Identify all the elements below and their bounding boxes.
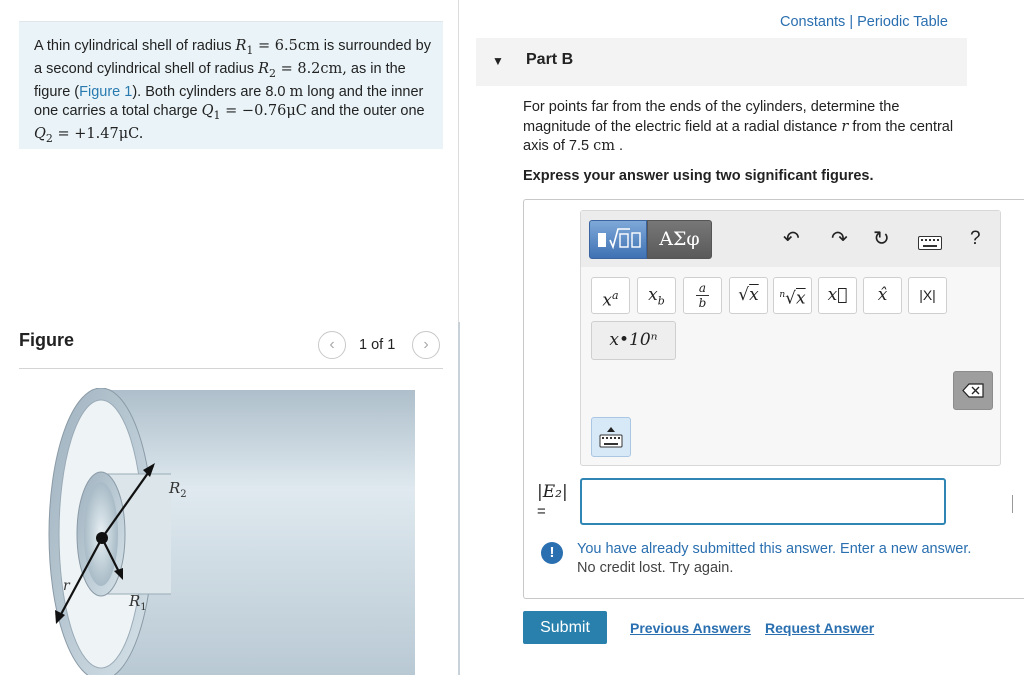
math-editor-toolbar: ΑΣφ ↶ ↷ ↻ ?: [581, 211, 1000, 267]
q2-value: = +1.47μC.: [52, 125, 144, 142]
part-header[interactable]: ▼ Part B: [476, 38, 967, 86]
question-text: For points far from the ends of the cyli…: [523, 98, 963, 157]
unit-vector-template-button[interactable]: x̂: [863, 277, 902, 314]
problem-text: ). Both cylinders are 8.0: [132, 83, 290, 100]
submit-button[interactable]: Submit: [523, 611, 607, 644]
vector-template-button[interactable]: x⃗: [818, 277, 857, 314]
feedback-message: You have already submitted this answer. …: [577, 541, 972, 557]
question-text-part: .: [615, 138, 624, 154]
r2-value: = 8.2cm,: [275, 60, 347, 77]
r1-symbol: R: [235, 38, 247, 54]
q1-subscript: 1: [213, 108, 221, 122]
template-label: x: [648, 285, 658, 305]
constants-periodic-table-links[interactable]: Constants | Periodic Table: [780, 14, 948, 30]
greek-symbols-tab-button[interactable]: ΑΣφ: [647, 220, 712, 259]
answer-input[interactable]: [580, 478, 946, 525]
undo-icon[interactable]: ↶: [783, 228, 800, 250]
q1-value: = −0.76μC: [220, 102, 307, 119]
part-title: Part B: [526, 51, 574, 68]
redo-icon[interactable]: ↷: [831, 228, 848, 250]
figure-link[interactable]: Figure 1: [79, 84, 132, 100]
figure-prev-button[interactable]: ‹: [318, 331, 346, 359]
math-editor-panel: ΑΣφ ↶ ↷ ↻ ? xa xb ab √x n√x x⃗ x̂ |X| x•…: [580, 210, 1001, 466]
answer-instruction: Express your answer using two significan…: [523, 168, 874, 184]
toggle-keyboard-button[interactable]: [591, 417, 631, 457]
feedback-submessage: No credit lost. Try again.: [577, 560, 734, 576]
absolute-value-template-button[interactable]: |X|: [908, 277, 947, 314]
reset-icon[interactable]: ↻: [873, 228, 890, 250]
keyboard-icon: [599, 427, 623, 448]
templates-tab-button[interactable]: [589, 220, 647, 259]
figure-image: R2 R1 r: [19, 387, 419, 678]
nth-root-template-button[interactable]: n√x: [773, 277, 812, 314]
q2-symbol: Q: [34, 125, 46, 142]
scientific-notation-button[interactable]: x•10ⁿ: [591, 321, 676, 360]
r2-symbol: R: [258, 60, 269, 77]
caret-down-icon: ▼: [492, 54, 504, 68]
help-icon[interactable]: ?: [970, 228, 981, 250]
backspace-button[interactable]: [953, 371, 993, 410]
left-panel: A thin cylindrical shell of radius R 1 = …: [0, 0, 458, 678]
distance-unit: cm: [593, 138, 615, 154]
scroll-edge-mark: [1012, 495, 1013, 513]
keyboard-shortcuts-icon[interactable]: [918, 233, 942, 255]
problem-text: and the outer one: [306, 102, 425, 119]
r2-subscript: 2: [268, 66, 276, 80]
panel-divider-accent: [458, 322, 460, 675]
figure-pager-label: 1 of 1: [359, 337, 396, 353]
template-label: x: [602, 290, 613, 311]
superscript-template-button[interactable]: xa: [591, 277, 630, 314]
answer-equals: =: [537, 503, 546, 520]
q1-symbol: Q: [201, 102, 214, 119]
chevron-left-icon: ‹: [329, 336, 335, 353]
figure-title: Figure: [19, 330, 75, 350]
length-unit: m: [289, 83, 304, 100]
problem-text: A thin cylindrical shell of radius: [34, 38, 232, 54]
figure-next-button[interactable]: ›: [412, 331, 440, 359]
templates-icon: [598, 228, 641, 250]
request-answer-link[interactable]: Request Answer: [765, 620, 874, 636]
r1-value: = 6.5cm: [253, 38, 320, 54]
backspace-icon: [962, 383, 984, 398]
square-root-template-button[interactable]: √x: [729, 277, 768, 314]
previous-answers-link[interactable]: Previous Answers: [630, 620, 751, 636]
answer-label: |E₂| =: [537, 482, 568, 522]
alert-icon: !: [541, 542, 563, 564]
chevron-right-icon: ›: [423, 336, 429, 353]
cylinder-diagram: R2 R1 r: [48, 387, 415, 678]
subscript-template-button[interactable]: xb: [637, 277, 676, 314]
fraction-template-button[interactable]: ab: [683, 277, 722, 314]
answer-variable: |E₂|: [537, 482, 568, 502]
q2-subscript: 2: [45, 131, 53, 145]
figure-header: Figure ‹ 1 of 1 ›: [19, 322, 443, 369]
problem-statement: A thin cylindrical shell of radius R 1 = …: [19, 21, 443, 149]
